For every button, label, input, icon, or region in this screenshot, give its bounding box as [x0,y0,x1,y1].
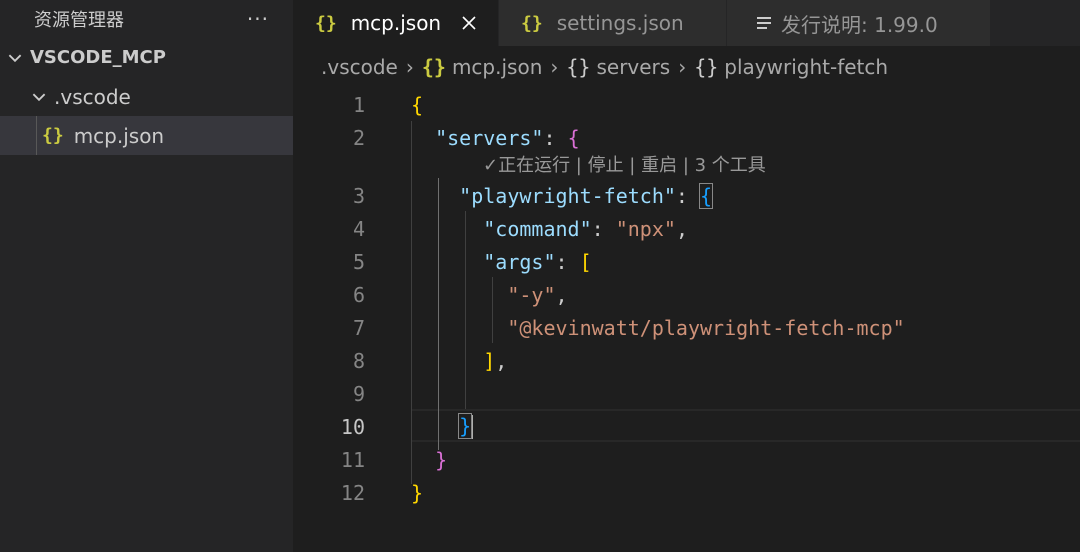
code-line: 5 "args": [ [293,245,1080,278]
code-text: "playwright-fetch": { [459,182,714,209]
code-line: 9 [293,377,1080,410]
json-file-icon: {} [421,55,446,79]
chevron-down-icon [6,49,30,67]
line-number: 8 [352,348,365,373]
breadcrumb-servers[interactable]: {} servers [566,55,670,79]
chevron-right-icon: › [550,55,559,79]
tab-label: mcp.json [350,11,442,35]
code-text: "command": "npx", [483,216,688,241]
code-text: "@kevinwatt/playwright-fetch-mcp" [507,315,905,340]
tab-bar: {} mcp.json {} settings.json 发行说明: 1.99.… [293,0,1080,46]
code-line: 3 "playwright-fetch": { [293,179,1080,212]
tab-settings-json[interactable]: {} settings.json [499,0,727,46]
code-line: 2 "servers": { [293,121,1080,154]
code-line: 6 "-y", [293,278,1080,311]
more-actions-icon[interactable]: ··· [247,7,269,31]
file-label: mcp.json [73,123,165,148]
code-text: } [458,412,474,440]
breadcrumb-server[interactable]: {} playwright-fetch [694,55,888,79]
line-number: 12 [340,480,365,505]
line-number: 10 [340,414,365,439]
json-file-icon: {} [42,125,64,146]
json-file-icon: {} [315,12,337,34]
line-number: 2 [352,125,365,150]
chevron-right-icon: › [678,55,687,79]
explorer-sidebar: 资源管理器 ··· VSCODE_MCP .vscode {} mcp.json [0,0,293,552]
code-line: 10 } [293,410,1080,443]
workspace-root[interactable]: VSCODE_MCP [0,38,293,77]
json-file-icon: {} [521,12,543,34]
code-text: "servers": { [435,125,580,150]
workspace-root-label: VSCODE_MCP [30,47,166,68]
code-line: 1 { [293,88,1080,121]
breadcrumb-file[interactable]: {} mcp.json [422,55,543,79]
file-mcp-json[interactable]: {} mcp.json [0,116,293,155]
tab-mcp-json[interactable]: {} mcp.json [293,0,499,46]
code-text: } [411,480,424,505]
text-cursor [471,415,474,440]
tab-release-notes[interactable]: 发行说明: 1.99.0 [727,0,991,46]
close-icon[interactable] [459,13,479,33]
code-line: 7 "@kevinwatt/playwright-fetch-mcp" [293,311,1080,344]
mcp-server-codelens[interactable]: ✓正在运行 | 停止 | 重启 | 3 个工具 [483,154,766,178]
object-icon: {} [694,55,719,79]
code-editor[interactable]: 1 { 2 "servers": { ✓正在运行 | 停止 | 重启 | 3 个… [293,88,1080,552]
code-line: 4 "command": "npx", [293,212,1080,245]
code-text: ], [483,348,508,373]
object-icon: {} [566,55,591,79]
code-text: "-y", [507,282,568,307]
line-number: 5 [352,249,365,274]
chevron-right-icon: › [405,55,414,79]
line-number: 1 [352,92,365,117]
breadcrumb-folder[interactable]: .vscode [321,55,398,79]
code-line: 11 } [293,443,1080,476]
line-number: 7 [352,315,365,340]
folder-vscode[interactable]: .vscode [0,77,293,116]
explorer-title: 资源管理器 [34,10,124,31]
folder-label: .vscode [54,84,131,109]
line-number: 3 [352,183,365,208]
tab-label: 发行说明: 1.99.0 [781,12,938,37]
code-line: 12 } [293,476,1080,509]
code-text: "args": [ [483,249,592,274]
chevron-down-icon [30,88,54,106]
line-number: 9 [352,381,365,406]
tab-label: settings.json [556,11,684,35]
code-line: 8 ], [293,344,1080,377]
explorer-header: 资源管理器 ··· [0,0,293,38]
code-text: { [411,92,424,117]
breadcrumb-file-label: mcp.json [451,55,543,79]
line-number: 11 [340,447,365,472]
breadcrumb-servers-label: servers [596,55,671,79]
tree-indent-guide [36,116,37,155]
line-number: 6 [352,282,365,307]
code-text: } [435,447,448,472]
line-number: 4 [352,216,365,241]
preview-icon [757,17,771,29]
breadcrumb: .vscode › {} mcp.json › {} servers › {} … [293,46,1080,88]
breadcrumb-server-label: playwright-fetch [724,55,889,79]
